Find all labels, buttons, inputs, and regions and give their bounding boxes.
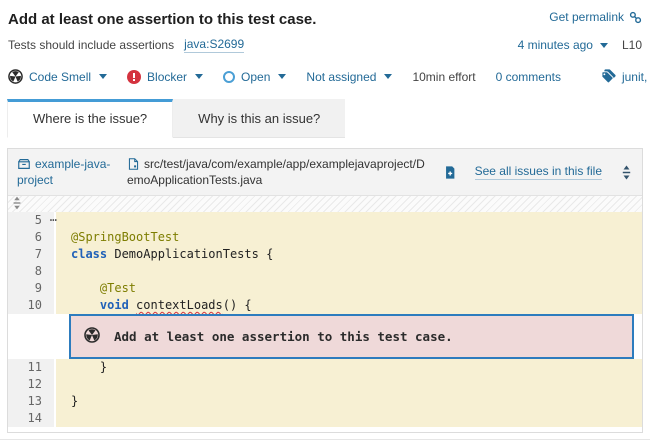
panel-bottom-divider [0, 439, 650, 440]
line-number[interactable]: 10 [8, 297, 54, 314]
tag-icon [601, 69, 616, 84]
issue-message-row: Add at least one assertion to this test … [8, 314, 642, 359]
line-number[interactable]: 12 [8, 376, 54, 393]
expand-vertical-icon [11, 196, 23, 213]
issue-assignee-dropdown[interactable]: Not assigned [306, 70, 392, 84]
issue-tags-dropdown[interactable]: junit, tests [601, 69, 650, 84]
chevron-down-icon [99, 74, 107, 79]
issue-detail-page: Add at least one assertion to this test … [0, 0, 650, 443]
expand-file-button[interactable] [620, 164, 633, 179]
code-annotation: @Test [71, 281, 136, 295]
code-smell-icon [84, 327, 100, 346]
issue-header: Add at least one assertion to this test … [0, 0, 650, 84]
pin-file-button[interactable] [443, 164, 457, 179]
code-line-content: } [56, 393, 642, 410]
code-text [129, 298, 136, 312]
code-viewer: 5…6@SpringBootTest7class DemoApplication… [8, 196, 642, 432]
issue-type-dropdown[interactable]: Code Smell [8, 69, 107, 84]
expand-ellipsis-button[interactable]: … [50, 209, 57, 226]
inline-issue-box[interactable]: Add at least one assertion to this test … [69, 314, 634, 359]
chevron-down-icon [600, 43, 608, 48]
code-keyword: class [71, 247, 107, 261]
issue-comments-link[interactable]: 0 comments [496, 70, 561, 84]
code-text: } [71, 360, 107, 374]
issue-status-dropdown[interactable]: Open [223, 70, 286, 84]
expand-lines-row[interactable] [8, 196, 642, 212]
code-snippet-panel: example-java-project src/test/java/com/e… [7, 148, 643, 433]
issue-effort-label: 10min effort [412, 70, 475, 84]
code-line: 10 void contextLoads() { [8, 297, 642, 314]
code-smell-icon [8, 69, 23, 84]
rule-title: Tests should include assertions [8, 38, 174, 52]
code-line: 5… [8, 212, 642, 229]
issue-title: Add at least one assertion to this test … [8, 10, 316, 30]
project-icon [17, 157, 31, 171]
code-line: 9 @Test [8, 280, 642, 297]
code-line-content [56, 263, 642, 280]
code-line-content: @Test [56, 280, 642, 297]
code-line: 11 } [8, 359, 642, 376]
chevron-down-icon [384, 74, 392, 79]
code-line: 8 [8, 263, 642, 280]
code-line-content [56, 212, 642, 229]
line-number[interactable]: 5… [8, 212, 54, 229]
chevron-down-icon [195, 74, 203, 79]
issue-type-label: Code Smell [29, 70, 91, 84]
rule-key-link[interactable]: java:S2699 [184, 37, 244, 53]
permalink-icon [629, 11, 642, 24]
issue-assignee-label: Not assigned [306, 70, 376, 84]
issue-age-label: 4 minutes ago [518, 38, 593, 52]
tab-where-is-the-issue[interactable]: Where is the issue? [7, 99, 173, 138]
code-keyword: void [100, 298, 129, 312]
code-text: DemoApplicationTests { [107, 247, 273, 261]
issue-age-dropdown[interactable]: 4 minutes ago [518, 38, 608, 52]
line-number[interactable]: 11 [8, 359, 54, 376]
issue-location-text[interactable]: contextLoads [136, 298, 223, 312]
line-number[interactable]: 13 [8, 393, 54, 410]
code-line-content: @SpringBootTest [56, 229, 642, 246]
line-number[interactable]: 6 [8, 229, 54, 246]
blocker-icon [127, 70, 141, 84]
inline-issue-message: Add at least one assertion to this test … [114, 329, 453, 344]
code-line: 13} [8, 393, 642, 410]
code-line: 12 [8, 376, 642, 393]
code-text [71, 298, 100, 312]
see-all-issues-link[interactable]: See all issues in this file [475, 164, 602, 180]
line-number[interactable]: 8 [8, 263, 54, 280]
file-path: src/test/java/com/example/app/examplejav… [127, 157, 425, 187]
line-number[interactable]: 9 [8, 280, 54, 297]
code-line-content [56, 376, 642, 393]
get-permalink-label: Get permalink [549, 10, 624, 24]
issue-status-label: Open [241, 70, 270, 84]
code-text: () { [223, 298, 252, 312]
line-number[interactable]: 7 [8, 246, 54, 263]
code-line: 6 @SpringBootTest [8, 229, 642, 246]
issue-line-ref: L10 [622, 38, 642, 52]
test-file-icon [127, 157, 140, 171]
expand-vertical-icon [620, 165, 633, 180]
chevron-down-icon [278, 74, 286, 79]
pin-file-icon [443, 165, 457, 180]
issue-actions-bar: Code Smell Blocker Open Not assigned 10m… [8, 69, 642, 84]
code-line-content: class DemoApplicationTests { [56, 246, 642, 263]
issue-tags-label: junit, tests [622, 70, 650, 84]
file-header: example-java-project src/test/java/com/e… [8, 149, 642, 196]
issue-tabs: Where is the issue? Why is this an issue… [7, 99, 643, 138]
code-line: 14 [8, 410, 642, 427]
code-line-content: void contextLoads() { [56, 297, 642, 314]
issue-severity-dropdown[interactable]: Blocker [127, 70, 203, 84]
line-number[interactable]: 14 [8, 410, 54, 427]
code-annotation: @SpringBootTest [71, 230, 179, 244]
tab-why-is-this-an-issue[interactable]: Why is this an issue? [173, 99, 345, 138]
gutter-spacer [8, 314, 54, 359]
project-link[interactable]: example-java-project [17, 157, 110, 187]
code-line: 7class DemoApplicationTests { [8, 246, 642, 263]
code-line-content [56, 410, 642, 427]
open-status-icon [223, 71, 235, 83]
get-permalink-link[interactable]: Get permalink [549, 10, 642, 24]
issue-severity-label: Blocker [147, 70, 187, 84]
code-line-content: } [56, 359, 642, 376]
code-text: } [71, 394, 78, 408]
